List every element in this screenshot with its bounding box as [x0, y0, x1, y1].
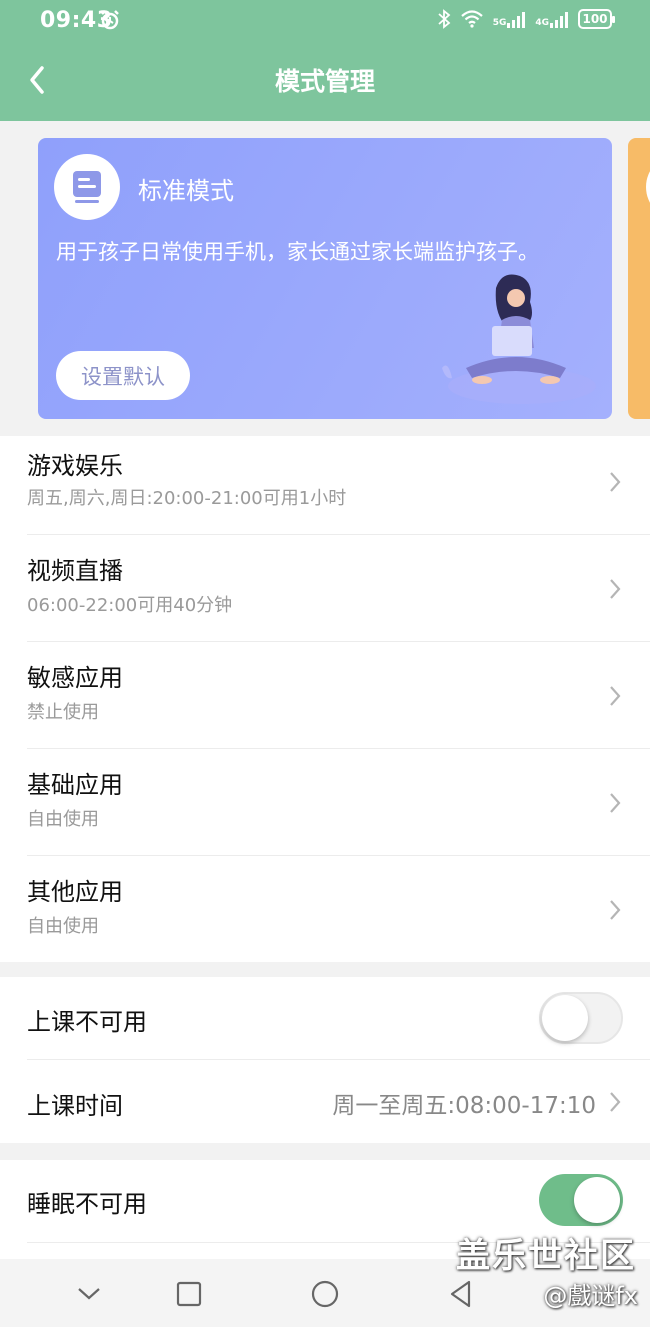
page-title: 模式管理: [274, 67, 375, 96]
chevron-down-icon[interactable]: [72, 1277, 106, 1311]
list-item-sensitive[interactable]: 敏感应用 禁止使用: [0, 642, 650, 749]
back-triangle-icon[interactable]: [444, 1277, 478, 1311]
alarm-icon: [101, 10, 119, 30]
chevron-right-icon: [610, 472, 621, 492]
home-circle-icon[interactable]: [308, 1277, 342, 1311]
class-disable-row: 上课不可用: [0, 977, 650, 1059]
toggle-knob: [542, 995, 588, 1041]
list-item-other[interactable]: 其他应用 自由使用: [0, 856, 650, 962]
mode-description: 用于孩子日常使用手机，家长通过家长端监护孩子。: [56, 240, 539, 264]
list-item-video[interactable]: 视频直播 06:00-22:00可用40分钟: [0, 535, 650, 642]
class-disable-label: 上课不可用: [27, 1008, 147, 1036]
list-item-subtitle: 06:00-22:00可用40分钟: [27, 595, 233, 616]
class-time-value: 周一至周五:08:00-17:10: [332, 1093, 596, 1119]
child-illustration: [442, 274, 596, 404]
status-bar: 09:43 5G 4G 100: [0, 0, 650, 40]
set-default-button[interactable]: 设置默认: [56, 351, 190, 400]
list-item-title: 视频直播: [27, 557, 123, 585]
mode-carousel[interactable]: 标准模式 用于孩子日常使用手机，家长通过家长端监护孩子。 设置默认: [0, 121, 650, 436]
list-item-title: 基础应用: [27, 771, 123, 799]
net-label-4g: 4G: [535, 18, 549, 28]
signal-4g-icon: 4G: [535, 10, 568, 28]
chevron-right-icon: [610, 793, 621, 813]
chevron-right-icon: [610, 1092, 621, 1112]
class-time-row[interactable]: 上课时间 周一至周五:08:00-17:10: [0, 1060, 650, 1143]
mode-icon: [54, 154, 120, 220]
class-time-label: 上课时间: [27, 1092, 123, 1120]
list-item-subtitle: 自由使用: [27, 809, 99, 830]
status-icons: 5G 4G 100: [437, 9, 615, 29]
app-header: 09:43 5G 4G 100 模式管理: [0, 0, 650, 121]
toggle-knob: [574, 1177, 620, 1223]
sleep-disable-toggle[interactable]: [539, 1174, 623, 1226]
list-item-title: 游戏娱乐: [27, 452, 123, 480]
list-item-basic[interactable]: 基础应用 自由使用: [0, 749, 650, 856]
sleep-disable-label: 睡眠不可用: [27, 1190, 147, 1218]
next-mode-icon: [646, 154, 650, 220]
net-label-5g: 5G: [492, 18, 507, 28]
battery-level: 100: [582, 12, 608, 26]
class-section: 上课不可用 上课时间 周一至周五:08:00-17:10: [0, 977, 650, 1143]
app-category-list: 游戏娱乐 周五,周六,周日:20:00-21:00可用1小时 视频直播 06:0…: [0, 436, 650, 962]
wifi-icon: [460, 10, 483, 28]
class-disable-toggle[interactable]: [539, 992, 623, 1044]
bluetooth-icon: [438, 9, 451, 29]
list-item-subtitle: 周五,周六,周日:20:00-21:00可用1小时: [27, 488, 347, 509]
mode-name: 标准模式: [138, 177, 234, 205]
mode-card-next[interactable]: [628, 138, 650, 419]
signal-5g-icon: 5G: [493, 10, 526, 28]
list-item-title: 敏感应用: [27, 664, 123, 692]
watermark-handle: @戲谜fx: [543, 1282, 638, 1310]
document-icon: [73, 171, 101, 203]
recents-square-icon[interactable]: [172, 1277, 206, 1311]
list-item-title: 其他应用: [27, 878, 123, 906]
list-item-subtitle: 自由使用: [27, 916, 99, 937]
chevron-right-icon: [610, 579, 621, 599]
mode-card-standard[interactable]: 标准模式 用于孩子日常使用手机，家长通过家长端监护孩子。 设置默认: [38, 138, 612, 419]
list-item-subtitle: 禁止使用: [27, 702, 99, 723]
chevron-right-icon: [610, 686, 621, 706]
watermark-text: 盖乐世社区: [456, 1236, 636, 1276]
chevron-right-icon: [610, 900, 621, 920]
list-item-games[interactable]: 游戏娱乐 周五,周六,周日:20:00-21:00可用1小时: [0, 436, 650, 534]
battery-icon: 100: [578, 9, 615, 29]
